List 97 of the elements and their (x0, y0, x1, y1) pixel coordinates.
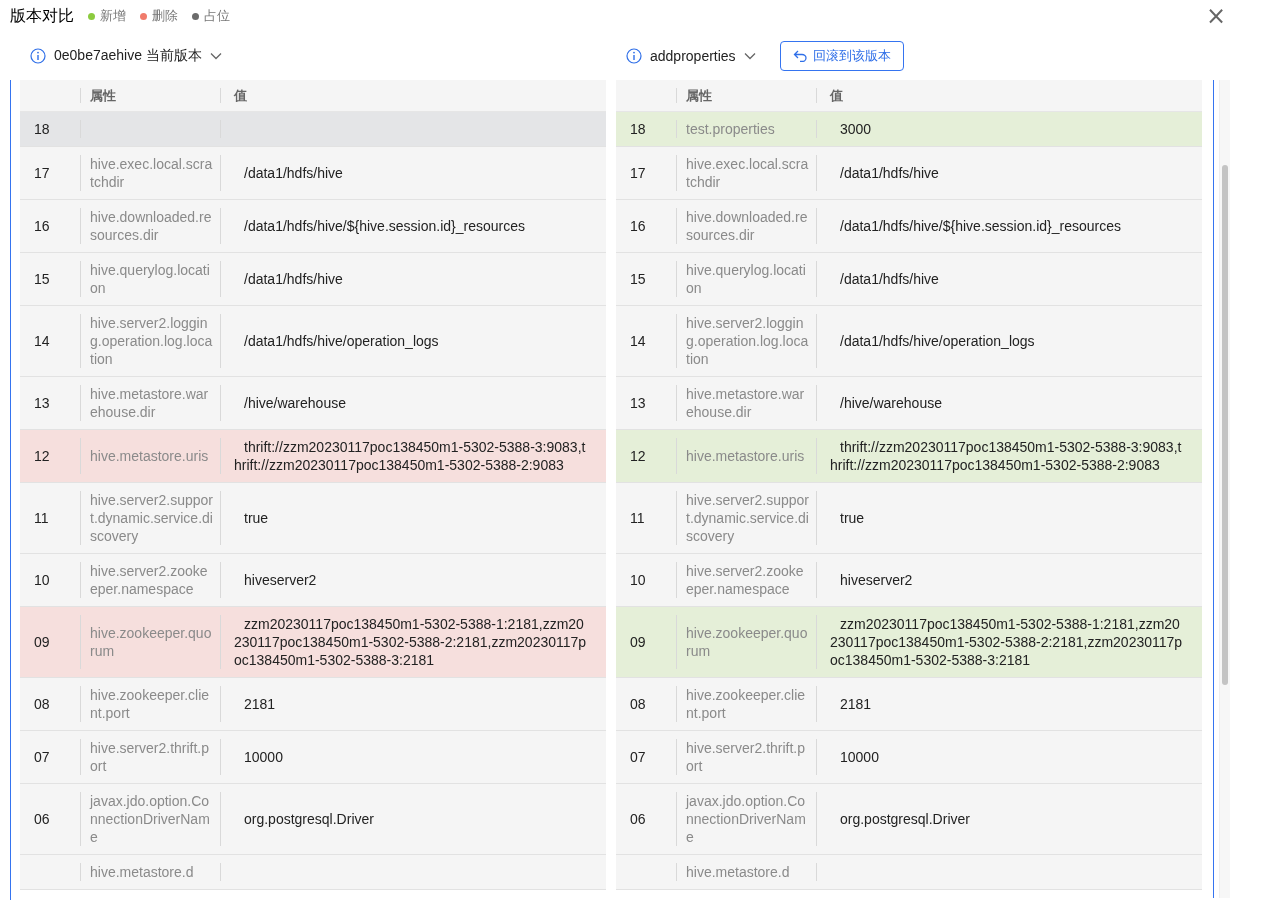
property-name: javax.jdo.option.ConnectionDriverName (90, 792, 211, 846)
row-number: 06 (630, 810, 646, 828)
property-value: /data1/hdfs/hive/operation_logs (243, 332, 439, 350)
property-value: zzm20230117poc138450m1-5302-5388-1:2181,zzm20230117poc138450m1-5302-5388-2:2181,zzm20230117poc138450m1-5302-5388-3:2181 (234, 615, 588, 669)
row-number: 07 (34, 748, 50, 766)
property-value: hiveserver2 (839, 571, 913, 589)
property-value: org.postgresql.Driver (839, 810, 970, 828)
row-number: 09 (630, 633, 646, 651)
property-name: hive.metastore.d (90, 863, 194, 881)
scrollbar-thumb[interactable] (1222, 165, 1228, 685)
property-value: true (243, 509, 269, 527)
property-name: hive.zookeeper.quorum (686, 624, 809, 660)
property-value: org.postgresql.Driver (243, 810, 374, 828)
property-name: hive.querylog.location (686, 261, 807, 297)
legend-label: 删除 (152, 7, 178, 25)
row-number: 15 (630, 270, 646, 288)
column-header: 值 (816, 80, 1202, 111)
property-name: hive.metastore.warehouse.dir (90, 385, 210, 421)
property-name: hive.server2.thrift.port (686, 739, 807, 775)
rollback-button[interactable]: 回滚到该版本 (779, 41, 904, 71)
property-name: hive.exec.local.scratchdir (686, 155, 810, 191)
row-number: 08 (34, 695, 50, 713)
chevron-down-icon[interactable] (209, 52, 222, 60)
property-value: /data1/hdfs/hive/operation_logs (839, 332, 1035, 350)
property-name: hive.server2.thrift.port (90, 739, 211, 775)
version-label[interactable]: addproperties (650, 48, 736, 64)
property-value: 10000 (839, 748, 879, 766)
row-number: 08 (630, 695, 646, 713)
close-button[interactable]: × (1201, 4, 1230, 28)
row-number: 18 (34, 120, 50, 138)
property-value: /data1/hdfs/hive (243, 270, 343, 288)
property-name: hive.zookeeper.client.port (686, 686, 807, 722)
column-header: 属性 (80, 80, 220, 111)
property-value: 3000 (839, 120, 872, 138)
property-name: hive.downloaded.resources.dir (686, 208, 809, 244)
property-value: /data1/hdfs/hive/${hive.session.id}_resources (243, 217, 525, 235)
row-number: 06 (34, 810, 50, 828)
property-name: hive.server2.logging.operation.log.location (686, 314, 810, 368)
legend-label: 新增 (100, 7, 126, 25)
row-number: 10 (630, 571, 646, 589)
property-value: thrift://zzm20230117poc138450m1-5302-5388-3:9083,thrift://zzm20230117poc138450m1-5302-5388-2:9083 (830, 438, 1183, 474)
property-name: hive.metastore.uris (686, 447, 805, 465)
property-name: hive.zookeeper.quorum (90, 624, 213, 660)
property-value: thrift://zzm20230117poc138450m1-5302-5388-3:9083,thrift://zzm20230117poc138450m1-5302-5388-2:9083 (234, 438, 587, 474)
legend-label: 占位 (204, 7, 230, 25)
property-value: 10000 (243, 748, 283, 766)
property-name: hive.zookeeper.client.port (90, 686, 211, 722)
property-name: hive.server2.support.dynamic.service.discovery (90, 491, 214, 545)
row-number: 14 (34, 332, 50, 350)
property-name: hive.exec.local.scratchdir (90, 155, 214, 191)
property-value: /data1/hdfs/hive (243, 164, 343, 182)
property-value: /data1/hdfs/hive/${hive.session.id}_resources (839, 217, 1121, 235)
row-number: 15 (34, 270, 50, 288)
property-name: hive.metastore.d (686, 863, 790, 881)
row-number: 18 (630, 120, 646, 138)
row-number: 11 (34, 509, 49, 527)
row-number: 13 (34, 394, 50, 412)
property-value: /hive/warehouse (243, 394, 346, 412)
column-header: 属性 (676, 80, 816, 111)
property-name: hive.server2.logging.operation.log.location (90, 314, 214, 368)
property-name: hive.querylog.location (90, 261, 211, 297)
property-value: /data1/hdfs/hive (839, 270, 939, 288)
property-name: hive.server2.support.dynamic.service.discovery (686, 491, 810, 545)
row-number: 13 (630, 394, 646, 412)
chevron-down-icon[interactable] (743, 52, 756, 60)
row-number: 09 (34, 633, 50, 651)
row-number: 17 (34, 164, 50, 182)
property-name: test.properties (686, 120, 775, 138)
row-number: 16 (630, 217, 646, 235)
property-name: hive.server2.zookeeper.namespace (686, 562, 805, 598)
row-number: 12 (630, 447, 646, 465)
column-header: 值 (220, 80, 606, 111)
version-label[interactable]: 0e0be7aehive 当前版本 (54, 47, 202, 65)
property-value: 2181 (839, 695, 872, 713)
property-value: /data1/hdfs/hive (839, 164, 939, 182)
row-number: 11 (630, 509, 645, 527)
property-value: true (839, 509, 865, 527)
row-number: 17 (630, 164, 646, 182)
undo-icon (792, 50, 807, 62)
property-name: hive.metastore.uris (90, 447, 209, 465)
scrollbar[interactable] (1219, 80, 1230, 898)
property-value: /hive/warehouse (839, 394, 942, 412)
property-value: 2181 (243, 695, 276, 713)
property-name: javax.jdo.option.ConnectionDriverName (686, 792, 807, 846)
property-value: zzm20230117poc138450m1-5302-5388-1:2181,zzm20230117poc138450m1-5302-5388-2:2181,zzm20230117poc138450m1-5302-5388-3:2181 (830, 615, 1184, 669)
info-icon (626, 48, 642, 64)
row-number: 14 (630, 332, 646, 350)
property-value: hiveserver2 (243, 571, 317, 589)
property-name: hive.downloaded.resources.dir (90, 208, 213, 244)
row-number: 16 (34, 217, 50, 235)
row-number: 12 (34, 447, 50, 465)
row-number: 10 (34, 571, 50, 589)
property-name: hive.server2.zookeeper.namespace (90, 562, 209, 598)
dialog-title: 版本对比 (10, 5, 74, 26)
info-icon (30, 48, 46, 64)
property-name: hive.metastore.warehouse.dir (686, 385, 806, 421)
row-number: 07 (630, 748, 646, 766)
